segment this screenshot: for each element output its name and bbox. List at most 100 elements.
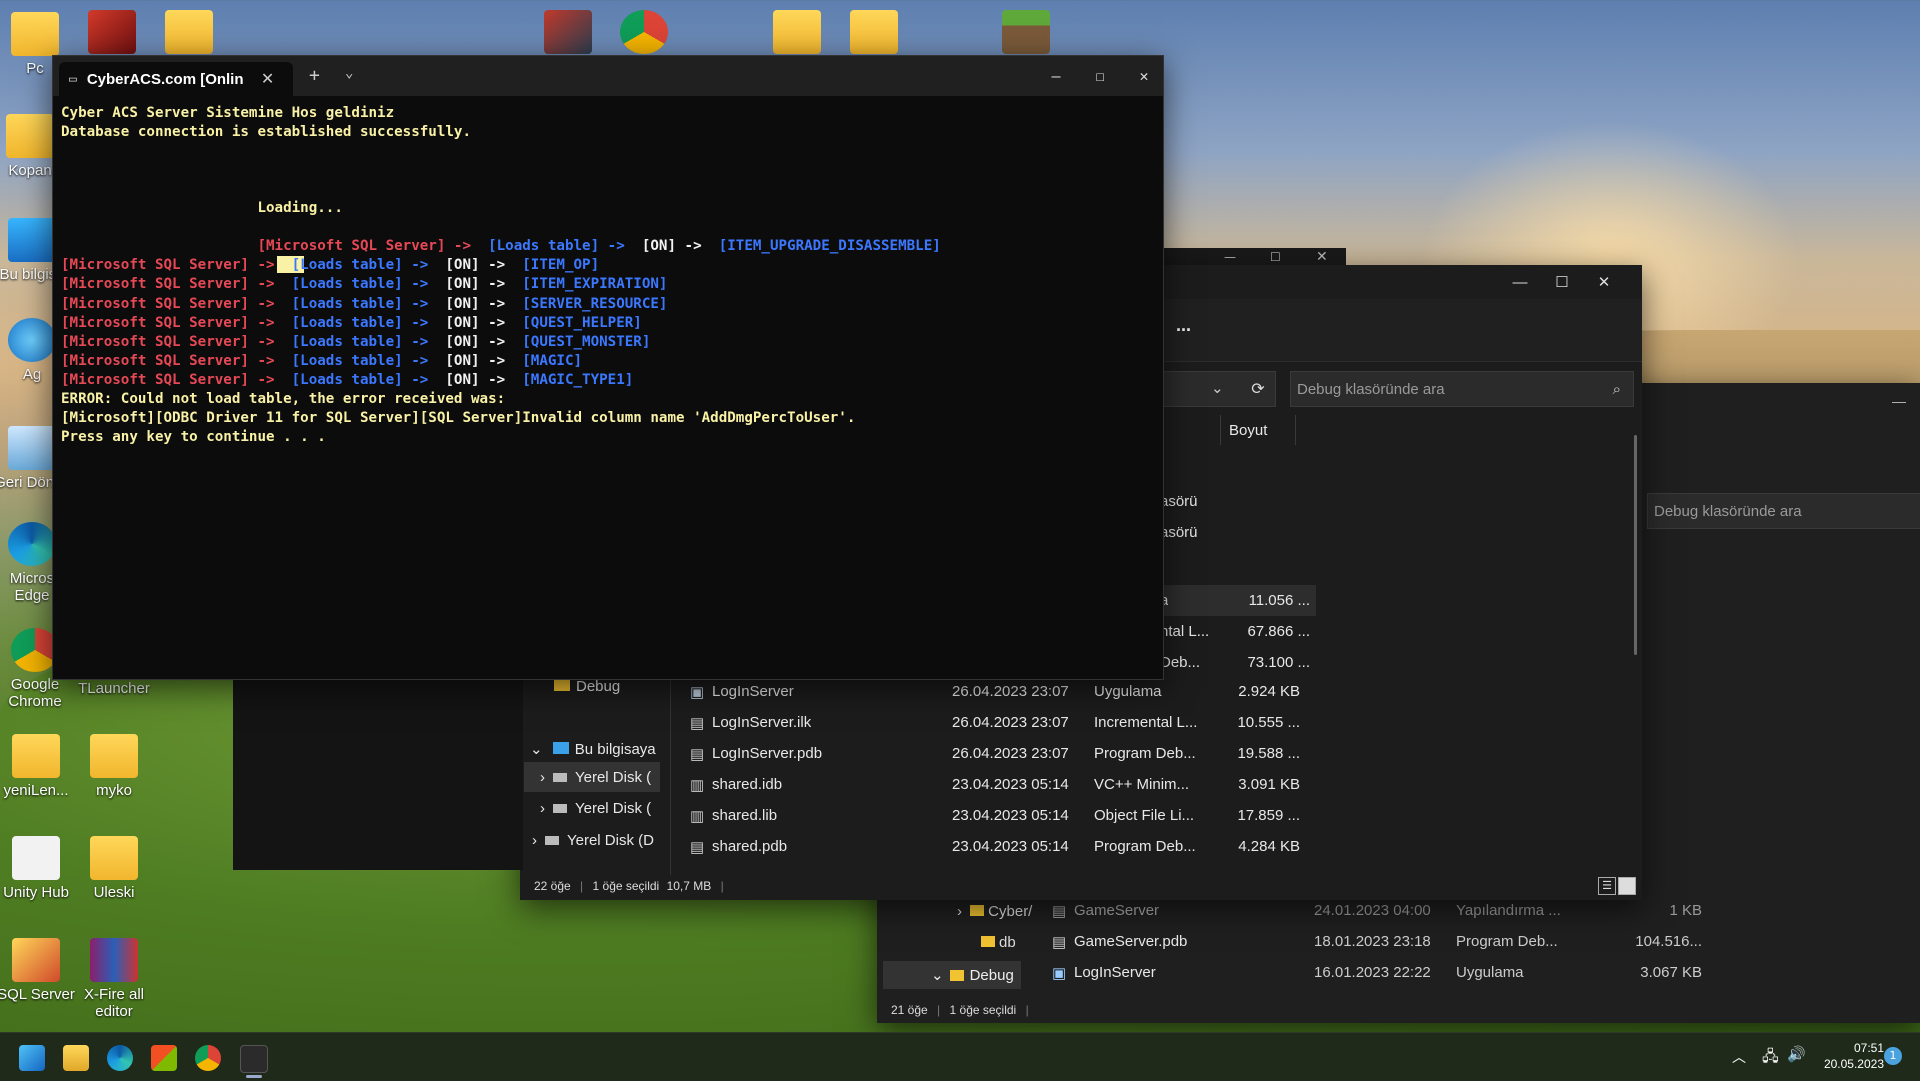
maximize-icon[interactable]: ☐ (1270, 250, 1281, 264)
terminal-text-segment: [ON] -> (428, 276, 506, 293)
scrollbar[interactable] (1634, 435, 1637, 655)
more-options-button[interactable]: ... (1176, 315, 1191, 336)
file-row[interactable]: ▣ LogInServer 16.01.2023 22:22 Uygulama … (1052, 957, 1752, 988)
folder-icon (6, 114, 54, 158)
file-icon: ▤ (690, 714, 705, 732)
desktop-icon-label: myko (96, 782, 132, 799)
terminal-text-segment: [ON] -> (428, 352, 506, 369)
unity-icon (12, 836, 60, 880)
desktop-icon-sql-server[interactable]: SQL Server (0, 938, 76, 1003)
terminal-icon[interactable] (240, 1045, 268, 1073)
desktop-icon-label: SQL Server (0, 986, 75, 1003)
file-icon: ▥ (690, 776, 705, 794)
file-row[interactable]: ▥ shared.idb 23.04.2023 05:14 VC++ Minim… (690, 769, 1470, 800)
close-icon[interactable]: ✕ (1316, 249, 1328, 265)
game-shortcut-icon[interactable] (544, 10, 592, 54)
desktop-icon-label: Uleski (93, 884, 135, 901)
terminal-line: [Microsoft SQL Server] -> [Loads table] … (61, 275, 667, 294)
terminal-text-segment: [Microsoft SQL Server] -> (61, 314, 275, 331)
file-row[interactable]: asörü (1160, 486, 1300, 517)
file-row[interactable]: ▥ shared.lib 23.04.2023 05:14 Object Fil… (690, 800, 1470, 831)
minimize-button[interactable]: — (1892, 393, 1906, 409)
desktop-icon-xfire-editor[interactable]: X-Fire all editor (74, 938, 154, 1020)
store-icon[interactable] (151, 1045, 177, 1071)
chevron-down-icon[interactable]: ⌄ (1211, 379, 1224, 397)
game-shortcut-icon[interactable] (88, 10, 136, 54)
file-row[interactable]: ▤ shared.pdb 23.04.2023 05:14 Program De… (690, 831, 1470, 862)
folder-icon[interactable] (773, 10, 821, 54)
desktop-icon-myko[interactable]: myko (74, 734, 154, 799)
user-folder-icon (11, 12, 59, 56)
volume-icon[interactable]: 🔊 (1787, 1045, 1806, 1063)
maximize-button[interactable]: ☐ (1542, 265, 1582, 299)
nav-item-db[interactable]: db (977, 934, 1016, 951)
new-tab-button[interactable]: + (309, 65, 320, 86)
notification-badge[interactable]: 1 (1884, 1047, 1902, 1065)
nav-label: Cyber/ (988, 903, 1033, 920)
file-type: ntal L... (1160, 623, 1210, 640)
nav-item-disk-c[interactable]: › Yerel Disk ( (524, 762, 660, 792)
monitor-icon (552, 742, 569, 754)
folder-icon[interactable] (850, 10, 898, 54)
terminal-window[interactable]: ▭ CyberACS.com [Onlin ✕ + ⌄ — ☐ ✕ Cyber … (52, 55, 1164, 680)
network-icon[interactable]: 🖧 (1762, 1046, 1779, 1071)
status-item-count: 21 öğe (891, 1003, 928, 1017)
desktop-icon-label: Unity Hub (3, 884, 69, 901)
terminal-text-segment: [Loads table] -> (274, 276, 429, 293)
status-bar: 21 öğe | 1 öğe seçildi | (891, 1003, 1029, 1017)
file-icon: ▤ (1052, 902, 1067, 920)
minimize-icon[interactable]: — (1224, 250, 1236, 264)
minimize-button[interactable]: — (1033, 56, 1079, 96)
file-date: 24.01.2023 04:00 (1314, 902, 1431, 919)
desktop-icon-label: yeniLen... (3, 782, 69, 799)
chrome-icon[interactable] (620, 10, 668, 54)
terminal-text-segment: [Microsoft SQL Server] -> (61, 257, 275, 274)
refresh-button[interactable]: ⟳ (1240, 371, 1276, 407)
minimize-button[interactable]: — (1500, 265, 1540, 299)
nav-item-this-pc[interactable]: ⌄ Bu bilgisaya (530, 740, 656, 758)
terminal-text-segment: [ON] -> (428, 314, 506, 331)
file-row[interactable]: ▤ LogInServer.ilk 26.04.2023 23:07 Incre… (690, 707, 1470, 738)
file-date: 26.04.2023 23:07 (952, 714, 1069, 731)
file-name: LogInServer (1074, 964, 1156, 981)
nav-item-disk-2[interactable]: › Yerel Disk ( (540, 800, 651, 817)
nav-item-debug[interactable]: ⌄ Debug (883, 961, 1021, 989)
folder-icon[interactable] (165, 10, 213, 54)
file-row[interactable]: asörü (1160, 517, 1300, 548)
file-explorer-icon[interactable] (63, 1045, 89, 1071)
desktop-icon-yenilen[interactable]: yeniLen... (0, 734, 76, 799)
file-row[interactable]: ▣ LogInServer 26.04.2023 23:07 Uygulama … (690, 676, 1470, 707)
file-icon: ▤ (690, 838, 705, 856)
file-name: shared.pdb (712, 838, 788, 855)
nav-item-debug[interactable]: Debug (554, 678, 620, 695)
column-header-size[interactable]: Boyut (1220, 415, 1296, 445)
clock[interactable]: 07:51 20.05.2023 (1810, 1040, 1884, 1072)
file-row[interactable]: ▤ LogInServer.pdb 26.04.2023 23:07 Progr… (690, 738, 1470, 769)
desktop-icon-uleski[interactable]: Uleski (74, 836, 154, 901)
chevron-up-icon[interactable]: ︿ (1732, 1047, 1746, 1067)
nav-item-disk-d[interactable]: › Yerel Disk (D (532, 832, 654, 849)
edge-icon[interactable] (107, 1045, 133, 1071)
close-button[interactable]: ✕ (1584, 265, 1624, 299)
search-input[interactable]: Debug klasöründe ara ⌕ (1290, 371, 1634, 407)
chevron-down-icon[interactable]: ⌄ (345, 65, 353, 81)
close-tab-icon[interactable]: ✕ (261, 69, 274, 89)
minecraft-icon[interactable] (1002, 10, 1050, 54)
search-input[interactable]: Debug klasöründe ara (1647, 493, 1920, 529)
terminal-line: [Microsoft][ODBC Driver 11 for SQL Serve… (61, 409, 855, 428)
chevron-right-icon: › (532, 832, 537, 849)
tiles-view-button[interactable] (1618, 877, 1636, 895)
terminal-tab[interactable]: ▭ CyberACS.com [Onlin ✕ (59, 62, 293, 96)
windows-start-icon[interactable] (19, 1045, 45, 1071)
chrome-icon[interactable] (195, 1045, 221, 1071)
desktop-icon-unity-hub[interactable]: Unity Hub (0, 836, 76, 901)
file-row[interactable]: ▤ GameServer.pdb 18.01.2023 23:18 Progra… (1052, 926, 1752, 957)
file-name: LogInServer.ilk (712, 714, 812, 731)
chevron-down-icon: ⌄ (530, 741, 543, 758)
desktop-icon-tlauncher[interactable]: TLauncher (74, 680, 154, 697)
nav-item-cyber[interactable]: › Cyber/ (957, 903, 1032, 920)
close-button[interactable]: ✕ (1121, 56, 1167, 96)
nav-label: Yerel Disk ( (575, 800, 652, 817)
maximize-button[interactable]: ☐ (1077, 56, 1123, 96)
details-view-button[interactable]: ☰ (1598, 877, 1616, 895)
